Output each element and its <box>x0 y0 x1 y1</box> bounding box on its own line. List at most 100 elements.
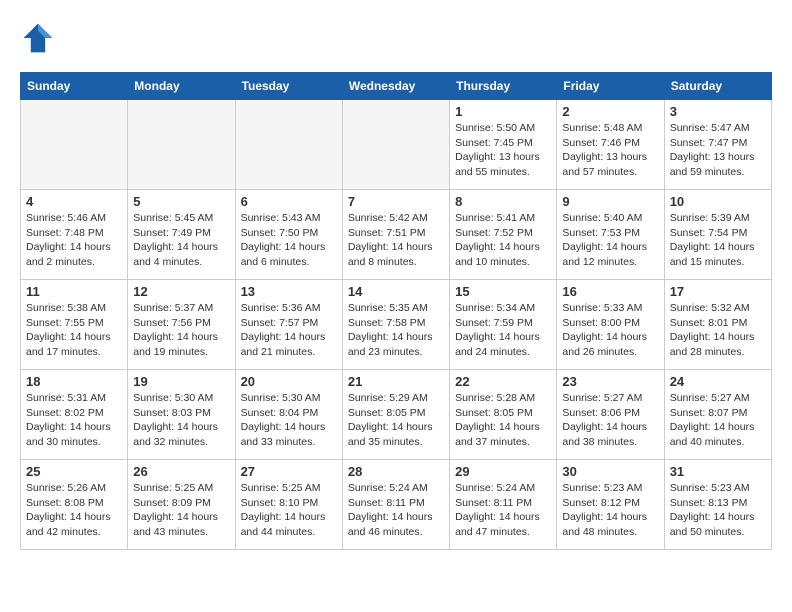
day-number-8: 8 <box>455 194 551 209</box>
day-info-3: Sunrise: 5:47 AMSunset: 7:47 PMDaylight:… <box>670 121 766 180</box>
day-cell-21: 21 Sunrise: 5:29 AMSunset: 8:05 PMDayligh… <box>342 370 449 460</box>
day-number-18: 18 <box>26 374 122 389</box>
day-info-2: Sunrise: 5:48 AMSunset: 7:46 PMDaylight:… <box>562 121 658 180</box>
day-cell-15: 15 Sunrise: 5:34 AMSunset: 7:59 PMDayligh… <box>450 280 557 370</box>
header-wednesday: Wednesday <box>342 73 449 100</box>
day-number-11: 11 <box>26 284 122 299</box>
day-info-16: Sunrise: 5:33 AMSunset: 8:00 PMDaylight:… <box>562 301 658 360</box>
day-cell-22: 22 Sunrise: 5:28 AMSunset: 8:05 PMDayligh… <box>450 370 557 460</box>
logo-icon <box>20 20 56 56</box>
day-number-5: 5 <box>133 194 229 209</box>
day-cell-24: 24Sunrise: 5:27 AMSunset: 8:07 PMDayligh… <box>664 370 771 460</box>
day-cell-20: 20Sunrise: 5:30 AMSunset: 8:04 PMDayligh… <box>235 370 342 460</box>
day-info-10: Sunrise: 5:39 AMSunset: 7:54 PMDaylight:… <box>670 211 766 270</box>
logo <box>20 20 62 56</box>
day-cell-1: 1 Sunrise: 5:50 AMSunset: 7:45 PMDaylight… <box>450 100 557 190</box>
day-info-5: Sunrise: 5:45 AMSunset: 7:49 PMDaylight:… <box>133 211 229 270</box>
day-number-24: 24 <box>670 374 766 389</box>
day-cell-28: 28 Sunrise: 5:24 AMSunset: 8:11 PMDayligh… <box>342 460 449 550</box>
day-info-9: Sunrise: 5:40 AMSunset: 7:53 PMDaylight:… <box>562 211 658 270</box>
day-info-19: Sunrise: 5:30 AMSunset: 8:03 PMDaylight:… <box>133 391 229 450</box>
day-number-21: 21 <box>348 374 444 389</box>
day-number-31: 31 <box>670 464 766 479</box>
day-number-25: 25 <box>26 464 122 479</box>
day-cell-10: 10 Sunrise: 5:39 AMSunset: 7:54 PMDayligh… <box>664 190 771 280</box>
day-number-28: 28 <box>348 464 444 479</box>
day-cell-18: 18 Sunrise: 5:31 AMSunset: 8:02 PMDayligh… <box>21 370 128 460</box>
day-cell-empty <box>342 100 449 190</box>
week-row-1: 1 Sunrise: 5:50 AMSunset: 7:45 PMDaylight… <box>21 100 772 190</box>
day-number-30: 30 <box>562 464 658 479</box>
day-info-28: Sunrise: 5:24 AMSunset: 8:11 PMDaylight:… <box>348 481 444 540</box>
week-row-3: 11Sunrise: 5:38 AMSunset: 7:55 PMDayligh… <box>21 280 772 370</box>
day-number-22: 22 <box>455 374 551 389</box>
day-number-3: 3 <box>670 104 766 119</box>
day-cell-7: 7 Sunrise: 5:42 AMSunset: 7:51 PMDaylight… <box>342 190 449 280</box>
day-cell-17: 17 Sunrise: 5:32 AMSunset: 8:01 PMDayligh… <box>664 280 771 370</box>
day-info-6: Sunrise: 5:43 AMSunset: 7:50 PMDaylight:… <box>241 211 337 270</box>
day-cell-30: 30 Sunrise: 5:23 AMSunset: 8:12 PMDayligh… <box>557 460 664 550</box>
day-cell-26: 26Sunrise: 5:25 AMSunset: 8:09 PMDayligh… <box>128 460 235 550</box>
day-number-19: 19 <box>133 374 229 389</box>
day-info-12: Sunrise: 5:37 AMSunset: 7:56 PMDaylight:… <box>133 301 229 360</box>
day-cell-2: 2 Sunrise: 5:48 AMSunset: 7:46 PMDaylight… <box>557 100 664 190</box>
day-cell-5: 5 Sunrise: 5:45 AMSunset: 7:49 PMDaylight… <box>128 190 235 280</box>
day-cell-3: 3 Sunrise: 5:47 AMSunset: 7:47 PMDaylight… <box>664 100 771 190</box>
day-cell-31: 31 Sunrise: 5:23 AMSunset: 8:13 PMDayligh… <box>664 460 771 550</box>
day-cell-14: 14 Sunrise: 5:35 AMSunset: 7:58 PMDayligh… <box>342 280 449 370</box>
header-monday: Monday <box>128 73 235 100</box>
day-cell-12: 12 Sunrise: 5:37 AMSunset: 7:56 PMDayligh… <box>128 280 235 370</box>
day-number-14: 14 <box>348 284 444 299</box>
header-sunday: Sunday <box>21 73 128 100</box>
day-cell-empty <box>128 100 235 190</box>
day-cell-29: 29Sunrise: 5:24 AMSunset: 8:11 PMDayligh… <box>450 460 557 550</box>
day-number-4: 4 <box>26 194 122 209</box>
day-cell-16: 16 Sunrise: 5:33 AMSunset: 8:00 PMDayligh… <box>557 280 664 370</box>
day-number-15: 15 <box>455 284 551 299</box>
day-info-27: Sunrise: 5:25 AMSunset: 8:10 PMDaylight:… <box>241 481 337 540</box>
day-info-21: Sunrise: 5:29 AMSunset: 8:05 PMDaylight:… <box>348 391 444 450</box>
calendar-header-row: SundayMondayTuesdayWednesdayThursdayFrid… <box>21 73 772 100</box>
day-number-20: 20 <box>241 374 337 389</box>
day-number-9: 9 <box>562 194 658 209</box>
day-number-12: 12 <box>133 284 229 299</box>
day-cell-19: 19 Sunrise: 5:30 AMSunset: 8:03 PMDayligh… <box>128 370 235 460</box>
day-number-6: 6 <box>241 194 337 209</box>
day-info-4: Sunrise: 5:46 AMSunset: 7:48 PMDaylight:… <box>26 211 122 270</box>
day-info-31: Sunrise: 5:23 AMSunset: 8:13 PMDaylight:… <box>670 481 766 540</box>
day-number-17: 17 <box>670 284 766 299</box>
page-header <box>20 20 772 56</box>
day-info-26: Sunrise: 5:25 AMSunset: 8:09 PMDaylight:… <box>133 481 229 540</box>
day-cell-23: 23 Sunrise: 5:27 AMSunset: 8:06 PMDayligh… <box>557 370 664 460</box>
header-tuesday: Tuesday <box>235 73 342 100</box>
day-number-13: 13 <box>241 284 337 299</box>
day-number-10: 10 <box>670 194 766 209</box>
day-number-27: 27 <box>241 464 337 479</box>
day-info-15: Sunrise: 5:34 AMSunset: 7:59 PMDaylight:… <box>455 301 551 360</box>
day-cell-13: 13Sunrise: 5:36 AMSunset: 7:57 PMDayligh… <box>235 280 342 370</box>
day-info-14: Sunrise: 5:35 AMSunset: 7:58 PMDaylight:… <box>348 301 444 360</box>
day-info-17: Sunrise: 5:32 AMSunset: 8:01 PMDaylight:… <box>670 301 766 360</box>
day-info-1: Sunrise: 5:50 AMSunset: 7:45 PMDaylight:… <box>455 121 551 180</box>
day-info-29: Sunrise: 5:24 AMSunset: 8:11 PMDaylight:… <box>455 481 551 540</box>
header-saturday: Saturday <box>664 73 771 100</box>
day-number-16: 16 <box>562 284 658 299</box>
week-row-4: 18 Sunrise: 5:31 AMSunset: 8:02 PMDayligh… <box>21 370 772 460</box>
header-friday: Friday <box>557 73 664 100</box>
day-info-22: Sunrise: 5:28 AMSunset: 8:05 PMDaylight:… <box>455 391 551 450</box>
day-number-2: 2 <box>562 104 658 119</box>
day-cell-empty <box>235 100 342 190</box>
day-info-30: Sunrise: 5:23 AMSunset: 8:12 PMDaylight:… <box>562 481 658 540</box>
day-info-7: Sunrise: 5:42 AMSunset: 7:51 PMDaylight:… <box>348 211 444 270</box>
week-row-5: 25Sunrise: 5:26 AMSunset: 8:08 PMDayligh… <box>21 460 772 550</box>
day-info-23: Sunrise: 5:27 AMSunset: 8:06 PMDaylight:… <box>562 391 658 450</box>
day-info-8: Sunrise: 5:41 AMSunset: 7:52 PMDaylight:… <box>455 211 551 270</box>
day-cell-empty <box>21 100 128 190</box>
day-number-23: 23 <box>562 374 658 389</box>
day-number-7: 7 <box>348 194 444 209</box>
day-cell-4: 4 Sunrise: 5:46 AMSunset: 7:48 PMDaylight… <box>21 190 128 280</box>
day-info-18: Sunrise: 5:31 AMSunset: 8:02 PMDaylight:… <box>26 391 122 450</box>
header-thursday: Thursday <box>450 73 557 100</box>
day-number-1: 1 <box>455 104 551 119</box>
day-cell-8: 8 Sunrise: 5:41 AMSunset: 7:52 PMDaylight… <box>450 190 557 280</box>
